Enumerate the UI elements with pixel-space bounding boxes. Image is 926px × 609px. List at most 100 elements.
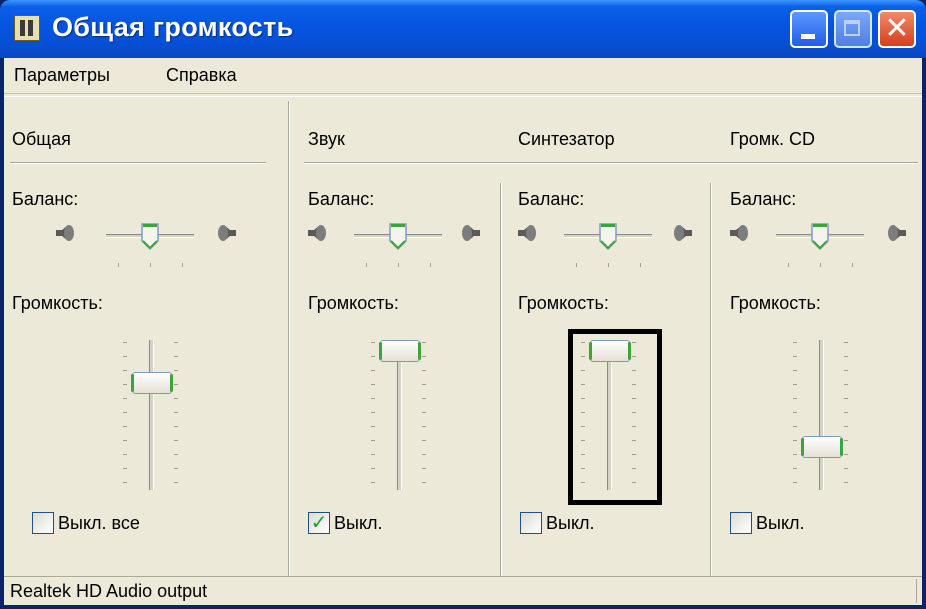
title-bar[interactable]: Общая громкость ✕ (0, 0, 926, 58)
volume-control-icon[interactable] (14, 15, 40, 41)
volume-slider-track[interactable] (149, 340, 154, 490)
right-speaker-icon (888, 225, 906, 241)
balance-slider-thumb[interactable] (598, 221, 618, 251)
mute-checkbox[interactable]: ✓ (308, 510, 330, 534)
column-divider (710, 183, 712, 577)
volume-tick (581, 412, 585, 413)
volume-tick (581, 440, 585, 441)
volume-tick (422, 370, 426, 371)
volume-tick (844, 440, 848, 441)
menu-bar: Параметры Справка (4, 58, 922, 94)
separator-channels (304, 162, 918, 164)
balance-slider-thumb[interactable] (810, 221, 830, 251)
volume-tick (581, 384, 585, 385)
volume-tick (844, 482, 848, 483)
maximize-button[interactable] (834, 10, 872, 48)
volume-slider-thumb[interactable] (379, 340, 421, 362)
volume-tick (793, 384, 797, 385)
volume-tick (844, 412, 848, 413)
menu-item-parameters[interactable]: Параметры (14, 65, 110, 86)
volume-tick (174, 384, 178, 385)
volume-tick (123, 440, 127, 441)
tick (576, 263, 577, 267)
volume-tick (371, 412, 375, 413)
volume-tick (422, 342, 426, 343)
balance-label: Баланс: (518, 189, 585, 209)
mute-label: Выкл. (334, 513, 383, 533)
window-title: Общая громкость (52, 12, 294, 42)
menu-item-help[interactable]: Справка (166, 65, 237, 86)
volume-tick (371, 342, 375, 343)
volume-tick (123, 454, 127, 455)
volume-tick (371, 384, 375, 385)
volume-tick (174, 440, 178, 441)
volume-slider-track[interactable] (397, 340, 402, 490)
mute-all-checkbox[interactable]: ✓ (32, 512, 54, 534)
volume-tick (371, 454, 375, 455)
volume-tick (793, 454, 797, 455)
volume-tick (422, 482, 426, 483)
volume-slider-thumb[interactable] (131, 372, 173, 394)
volume-tick (793, 342, 797, 343)
volume-tick (793, 370, 797, 371)
volume-tick (371, 440, 375, 441)
balance-label: Баланс: (730, 189, 797, 209)
volume-tick (422, 454, 426, 455)
close-button[interactable]: ✕ (878, 10, 916, 48)
volume-tick (123, 342, 127, 343)
volume-tick (793, 468, 797, 469)
tick (118, 263, 119, 267)
volume-tick (632, 468, 636, 469)
volume-tick (844, 384, 848, 385)
volume-label: Громкость: (730, 293, 821, 313)
volume-tick (174, 454, 178, 455)
separator-master (10, 162, 266, 164)
volume-tick (174, 482, 178, 483)
volume-tick (371, 468, 375, 469)
volume-tick (632, 454, 636, 455)
volume-tick (422, 440, 426, 441)
volume-slider-thumb[interactable] (801, 436, 843, 458)
volume-tick (123, 356, 127, 357)
volume-tick (123, 384, 127, 385)
check-icon: ✓ (310, 510, 328, 534)
status-bar: Realtek HD Audio output (4, 576, 922, 605)
volume-label: Громкость: (12, 293, 103, 313)
volume-tick (174, 356, 178, 357)
volume-slider-track[interactable] (819, 340, 824, 490)
left-speaker-icon (56, 225, 74, 241)
right-speaker-icon (218, 225, 236, 241)
column-title-synth: Синтезатор (518, 129, 615, 149)
volume-tick (793, 398, 797, 399)
volume-tick (632, 384, 636, 385)
balance-slider-thumb[interactable] (388, 221, 408, 251)
volume-tick (174, 468, 178, 469)
volume-tick (123, 468, 127, 469)
balance-slider-thumb[interactable] (140, 221, 160, 251)
mute-checkbox[interactable]: ✓ (520, 512, 542, 534)
volume-tick (123, 482, 127, 483)
volume-tick (632, 398, 636, 399)
volume-tick (844, 468, 848, 469)
volume-tick (123, 398, 127, 399)
volume-tick (632, 426, 636, 427)
minimize-button[interactable] (790, 10, 828, 48)
volume-tick (174, 412, 178, 413)
volume-tick (632, 370, 636, 371)
volume-label: Громкость: (518, 293, 609, 313)
left-speaker-icon (730, 225, 748, 241)
volume-tick (581, 482, 585, 483)
mute-checkbox[interactable]: ✓ (730, 512, 752, 534)
left-speaker-icon (518, 225, 536, 241)
tick (788, 263, 789, 267)
volume-tick (581, 370, 585, 371)
volume-tick (793, 356, 797, 357)
volume-tick (793, 440, 797, 441)
mute-label: Выкл. (756, 513, 805, 533)
tick (820, 263, 821, 267)
volume-tick (632, 482, 636, 483)
volume-tick (632, 412, 636, 413)
size-grip[interactable] (916, 579, 921, 603)
volume-tick (793, 426, 797, 427)
volume-tick (793, 412, 797, 413)
